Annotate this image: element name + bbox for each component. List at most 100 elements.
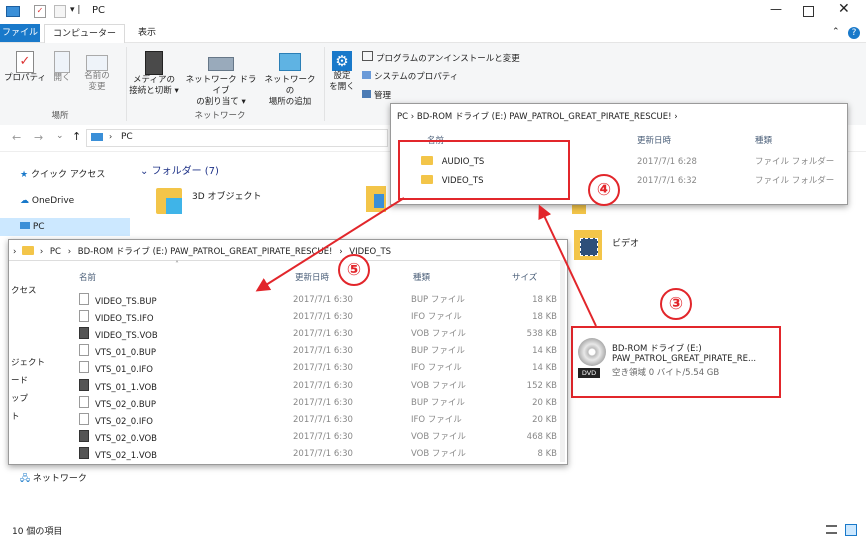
expand-ribbon-icon[interactable]: ⌃ bbox=[832, 27, 840, 37]
table-row[interactable]: VTS_01_1.VOB 2017/7/1 6:30 VOB ファイル 152 KB bbox=[79, 378, 565, 395]
breadcrumb-separator: › bbox=[39, 247, 44, 257]
properties-button[interactable]: ✓ プロパティ bbox=[4, 51, 46, 84]
chevron-down-icon: ⌄ bbox=[140, 166, 149, 177]
file-icon bbox=[79, 361, 89, 374]
tab-computer[interactable]: コンピューター bbox=[44, 24, 126, 43]
folder-3d-objects[interactable]: 3D オブジェクト bbox=[152, 184, 272, 224]
maximize-button[interactable] bbox=[803, 6, 814, 17]
download-arrow-icon bbox=[374, 194, 384, 208]
media-connect-button[interactable]: メディアの 接続と切断 ▾ bbox=[128, 51, 180, 97]
minimize-button[interactable]: — bbox=[770, 2, 782, 16]
cube-icon bbox=[166, 198, 182, 214]
address-field[interactable]: › PC bbox=[86, 129, 388, 147]
forward-button[interactable]: → bbox=[34, 131, 43, 144]
system-properties-icon bbox=[362, 71, 371, 79]
rename-button[interactable]: 名前の 変更 bbox=[78, 51, 116, 93]
system-properties-button[interactable]: システムのプロパティ bbox=[362, 70, 458, 82]
map-network-drive-button[interactable]: ネットワーク ドライブ の割り当て ▾ bbox=[182, 51, 260, 108]
col-header-type[interactable]: 種類 bbox=[413, 271, 430, 283]
table-row[interactable]: VIDEO_TS.VOB 2017/7/1 6:30 VOB ファイル 538 KB bbox=[79, 326, 565, 343]
file-name: VTS_02_0.BUP bbox=[95, 399, 157, 410]
file-size: 152 KB bbox=[526, 380, 557, 391]
file-icon bbox=[79, 310, 89, 323]
up-button[interactable]: ↑ bbox=[72, 130, 81, 143]
table-row[interactable]: VTS_02_0.IFO 2017/7/1 6:30 IFO ファイル 20 KB bbox=[79, 412, 565, 429]
breadcrumb-separator: › bbox=[67, 247, 72, 257]
table-row[interactable]: VIDEO_TS.BUP 2017/7/1 6:30 BUP ファイル 18 KB bbox=[79, 292, 565, 309]
video-scrollbar[interactable] bbox=[560, 260, 565, 462]
file-date: 2017/7/1 6:30 bbox=[293, 380, 353, 391]
nav-partial-item[interactable]: ジェクト bbox=[11, 356, 45, 368]
folder-downloads-partial[interactable] bbox=[366, 184, 386, 216]
media-icon bbox=[145, 51, 163, 75]
tab-view[interactable]: 表示 bbox=[130, 24, 164, 42]
file-date: 2017/7/1 6:30 bbox=[293, 346, 353, 357]
nav-quick-access[interactable]: ★ クイック アクセス bbox=[20, 166, 105, 184]
recent-dropdown[interactable]: ⌄ bbox=[56, 131, 64, 141]
file-type: IFO ファイル bbox=[411, 312, 462, 323]
nav-network[interactable]: 🖧 ネットワーク bbox=[20, 470, 87, 488]
bd-rom-drive[interactable]: DVD BD-ROM ドライブ (E:) PAW_PATROL_GREAT_PI… bbox=[576, 334, 774, 390]
col-header-size[interactable]: サイズ bbox=[512, 271, 537, 283]
manage-icon bbox=[362, 90, 371, 98]
table-row[interactable]: VIDEO_TS.IFO 2017/7/1 6:30 IFO ファイル 18 KB bbox=[79, 309, 565, 326]
nav-partial-item[interactable]: ト bbox=[11, 410, 20, 422]
video-ts-window: › › PC › BD-ROM ドライブ (E:) PAW_PATROL_GRE… bbox=[8, 239, 568, 465]
nav-partial-item[interactable]: クセス bbox=[11, 284, 37, 296]
nav-onedrive[interactable]: ☁ OneDrive bbox=[20, 192, 74, 210]
open-icon bbox=[54, 51, 70, 73]
breadcrumb-pc[interactable]: PC bbox=[121, 132, 133, 142]
properties-quick-icon[interactable]: ✓ bbox=[34, 5, 46, 18]
quick-access-toolbar-dropdown[interactable]: ▾ | bbox=[70, 5, 80, 15]
file-type: VOB ファイル bbox=[411, 431, 466, 442]
table-row[interactable]: VTS_02_0.BUP 2017/7/1 6:30 BUP ファイル 20 KB bbox=[79, 395, 565, 412]
file-size: 18 KB bbox=[532, 295, 557, 305]
open-settings-button[interactable]: ⚙ 設定 を開く bbox=[328, 51, 356, 93]
breadcrumb-drive[interactable]: BD-ROM ドライブ (E:) PAW_PATROL_GREAT_PIRATE… bbox=[78, 247, 333, 257]
file-date: 2017/7/1 6:30 bbox=[293, 312, 353, 323]
video-file-icon bbox=[79, 378, 89, 391]
folder-videos[interactable]: ビデオ bbox=[574, 228, 694, 264]
tab-file[interactable]: ファイル bbox=[0, 24, 40, 42]
nav-partial-item[interactable]: ード bbox=[11, 374, 28, 386]
annotation-number-5: ⑤ bbox=[338, 254, 370, 286]
help-icon[interactable]: ? bbox=[848, 27, 860, 39]
film-icon bbox=[580, 238, 598, 256]
video-ts-breadcrumb[interactable]: › › PC › BD-ROM ドライブ (E:) PAW_PATROL_GRE… bbox=[13, 245, 391, 257]
nav-pc[interactable]: PC bbox=[0, 218, 130, 236]
file-date: 2017/7/1 6:30 bbox=[293, 363, 353, 374]
table-row[interactable]: VTS_02_0.VOB 2017/7/1 6:30 VOB ファイル 468 KB bbox=[79, 429, 565, 446]
col-header-date[interactable]: 更新日時 bbox=[295, 271, 329, 283]
large-icons-view-icon[interactable] bbox=[845, 524, 857, 536]
details-view-icon[interactable] bbox=[826, 525, 837, 534]
video-file-icon bbox=[79, 446, 89, 459]
add-network-location-button[interactable]: ネットワークの 場所の追加 bbox=[262, 51, 318, 108]
folders-group-header[interactable]: ⌄ フォルダー (7) bbox=[140, 162, 219, 177]
col-header-type[interactable]: 種類 bbox=[755, 134, 772, 146]
table-row[interactable]: VTS_01_0.BUP 2017/7/1 6:30 BUP ファイル 14 KB bbox=[79, 343, 565, 360]
video-file-icon bbox=[79, 327, 89, 340]
col-header-name[interactable]: 名前 bbox=[79, 271, 96, 283]
close-button[interactable]: ✕ bbox=[838, 1, 850, 17]
group-label-location: 場所 bbox=[51, 111, 69, 121]
manage-button[interactable]: 管理 bbox=[362, 89, 391, 101]
open-button[interactable]: 開く bbox=[48, 51, 76, 84]
table-row[interactable]: VTS_01_0.IFO 2017/7/1 6:30 IFO ファイル 14 KB bbox=[79, 360, 565, 377]
newfolder-quick-icon[interactable] bbox=[54, 5, 66, 18]
col-header-date[interactable]: 更新日時 bbox=[637, 134, 671, 146]
nav-partial-item[interactable]: ップ bbox=[11, 392, 28, 404]
breadcrumb-pc[interactable]: PC bbox=[50, 247, 61, 257]
breadcrumb-separator: › bbox=[109, 132, 113, 141]
disc-icon bbox=[578, 338, 606, 366]
table-row[interactable]: VTS_02_1.VOB 2017/7/1 6:30 VOB ファイル 8 KB bbox=[79, 446, 565, 463]
file-name: VIDEO_TS.IFO bbox=[95, 314, 154, 325]
breadcrumb-separator: › bbox=[13, 247, 17, 257]
drive-root-breadcrumb[interactable]: PC › BD-ROM ドライブ (E:) PAW_PATROL_GREAT_P… bbox=[397, 110, 678, 122]
uninstall-program-button[interactable]: プログラムのアンインストールと変更 bbox=[362, 51, 520, 64]
back-button[interactable]: ← bbox=[12, 131, 21, 144]
window-title: PC bbox=[92, 5, 106, 16]
pc-icon bbox=[6, 6, 20, 17]
file-type: BUP ファイル bbox=[411, 346, 465, 357]
file-size: 538 KB bbox=[526, 329, 557, 340]
file-icon bbox=[79, 293, 89, 305]
